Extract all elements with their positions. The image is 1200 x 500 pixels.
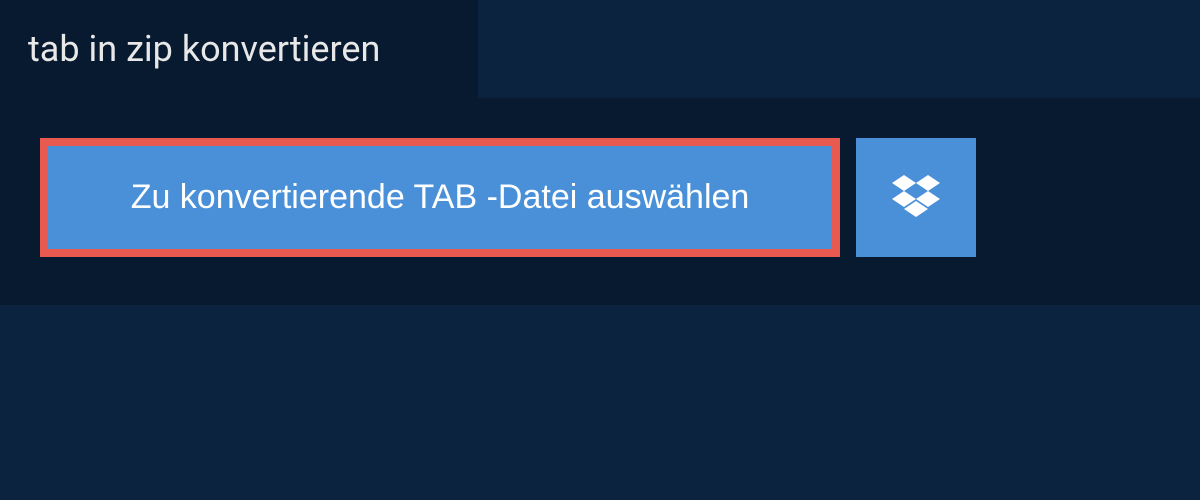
dropbox-button[interactable] bbox=[856, 138, 976, 257]
page-title: tab in zip konvertieren bbox=[28, 28, 438, 70]
dropbox-icon bbox=[892, 175, 940, 220]
select-file-label: Zu konvertierende TAB -Datei auswählen bbox=[131, 178, 750, 217]
select-file-button[interactable]: Zu konvertierende TAB -Datei auswählen bbox=[40, 138, 840, 257]
tab-header: tab in zip konvertieren bbox=[0, 0, 478, 98]
upload-panel: Zu konvertierende TAB -Datei auswählen bbox=[0, 98, 1200, 305]
button-row: Zu konvertierende TAB -Datei auswählen bbox=[40, 138, 1160, 257]
